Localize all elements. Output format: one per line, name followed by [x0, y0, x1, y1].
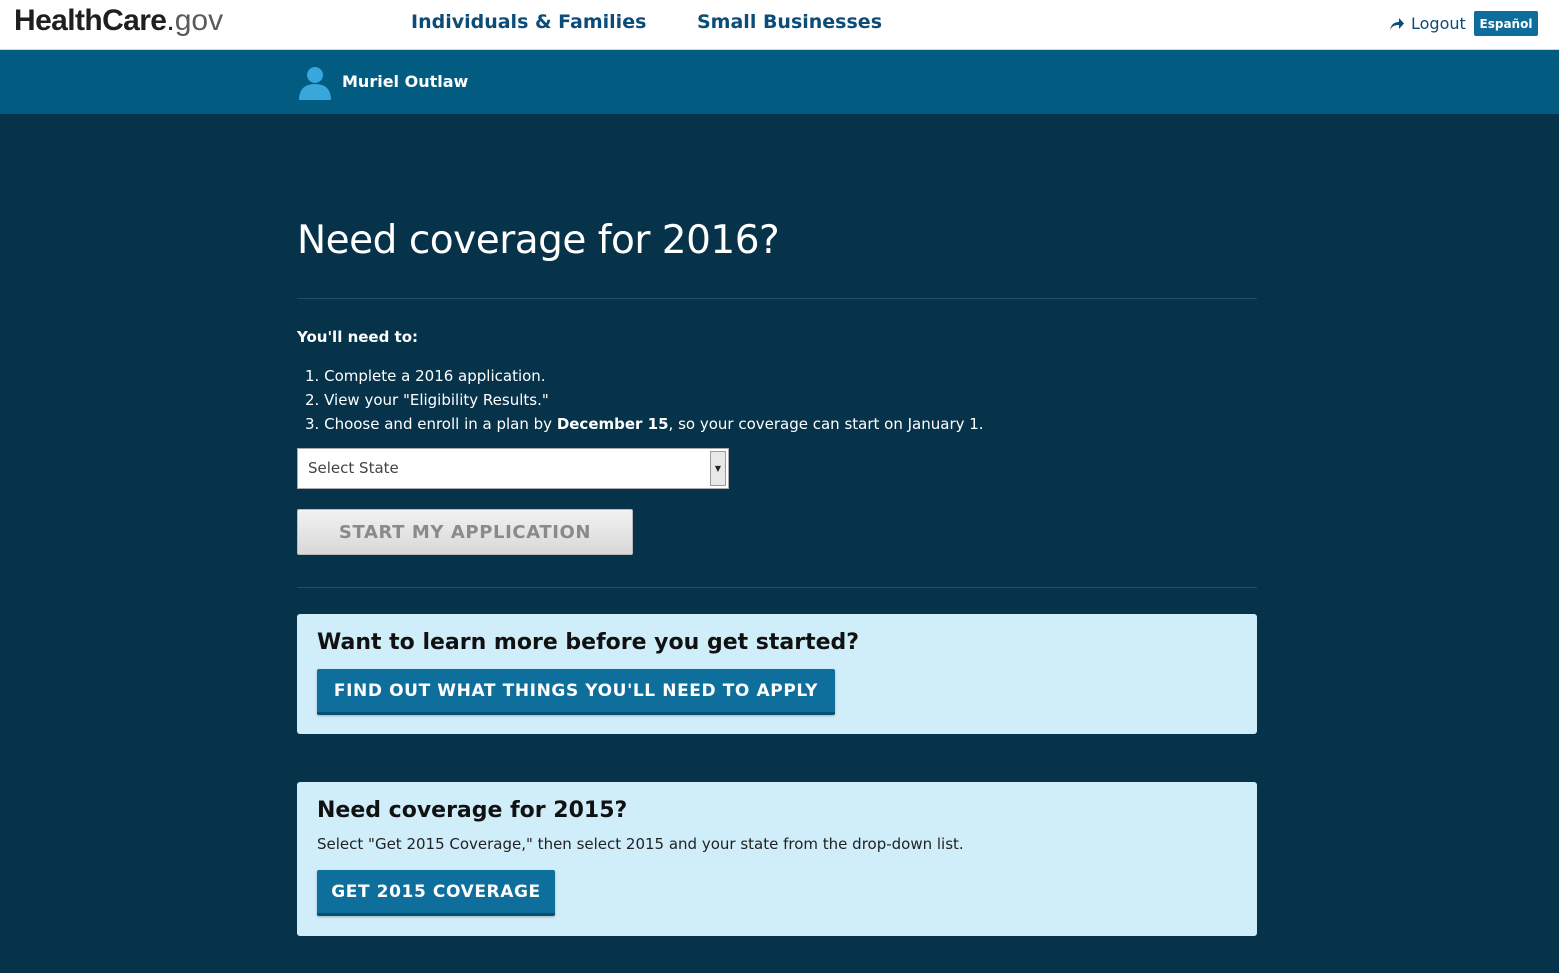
step-3-text-pre: Choose and enroll in a plan by	[324, 415, 557, 433]
step-3-text-post: , so your coverage can start on January …	[668, 415, 984, 433]
espanol-language-button[interactable]: Español	[1474, 11, 1538, 36]
get-2015-coverage-button[interactable]: GET 2015 COVERAGE	[317, 870, 555, 916]
coverage-2015-card: Need coverage for 2015? Select "Get 2015…	[297, 782, 1257, 936]
top-nav-bar: HealthCare. gov Individuals & Families Sm…	[0, 0, 1559, 50]
divider	[297, 587, 1257, 588]
learn-more-card: Want to learn more before you get starte…	[297, 614, 1257, 734]
find-out-what-you-need-button[interactable]: FIND OUT WHAT THINGS YOU'LL NEED TO APPL…	[317, 669, 835, 715]
user-name[interactable]: Muriel Outlaw	[342, 72, 468, 91]
learn-more-title: Want to learn more before you get starte…	[317, 630, 860, 655]
logout-label: Logout	[1411, 14, 1466, 33]
coverage-2015-title: Need coverage for 2015?	[317, 798, 628, 823]
logo-suffix: gov	[174, 4, 224, 37]
logo-main-text: HealthCare	[14, 4, 167, 37]
state-select-dropdown[interactable]: Select State ▼	[297, 448, 729, 489]
requirements-label: You'll need to:	[297, 328, 419, 346]
user-bar	[0, 50, 1559, 114]
healthcare-gov-logo[interactable]: HealthCare. gov	[14, 4, 223, 44]
requirements-list: 1. Complete a 2016 application. 2. View …	[305, 364, 984, 436]
list-item: 3. Choose and enroll in a plan by Decemb…	[305, 415, 984, 433]
divider	[297, 298, 1257, 299]
user-avatar-icon	[299, 67, 331, 100]
list-item: 1. Complete a 2016 application.	[305, 367, 546, 385]
step-1-text: Complete a 2016 application.	[324, 367, 546, 385]
nav-small-businesses[interactable]: Small Businesses	[697, 11, 882, 33]
logout-arrow-icon	[1390, 17, 1404, 30]
state-select-value: Select State	[308, 459, 399, 477]
nav-individuals-families[interactable]: Individuals & Families	[411, 11, 646, 33]
step-2-text: View your "Eligibility Results."	[324, 391, 549, 409]
coverage-2015-instructions: Select "Get 2015 Coverage," then select …	[317, 835, 964, 853]
step-3-deadline: December 15	[556, 415, 669, 433]
logout-link[interactable]: Logout	[1389, 14, 1466, 33]
page-title: Need coverage for 2016?	[297, 218, 780, 263]
start-application-button[interactable]: START MY APPLICATION	[297, 509, 633, 555]
dropdown-arrow-icon[interactable]: ▼	[710, 451, 726, 486]
logo-dot: .	[166, 4, 175, 37]
list-item: 2. View your "Eligibility Results."	[305, 391, 549, 409]
